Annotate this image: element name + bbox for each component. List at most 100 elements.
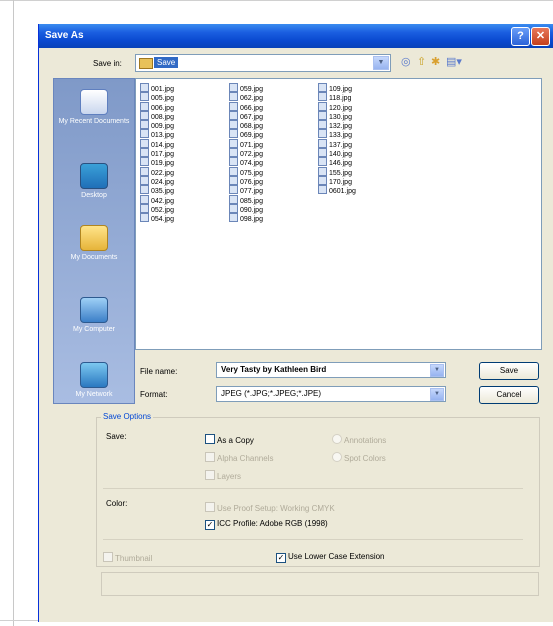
place-label: My Documents [70,254,118,261]
recent-documents-icon [80,89,108,115]
place-my-documents[interactable]: My Documents [54,225,134,262]
use-proof-setup-checkbox[interactable]: Use Proof Setup: Working CMYK [205,502,335,513]
chevron-down-icon[interactable]: ▼ [373,56,389,70]
file-item[interactable]: 066.jpg [229,101,263,112]
place-my-network[interactable]: My Network [54,362,134,399]
spot-colors-checkbox[interactable]: Spot Colors [332,452,386,463]
format-dropdown[interactable]: JPEG (*.JPG;*.JPEG;*.JPE) ▼ [216,386,446,402]
file-item[interactable]: 085.jpg [229,194,263,205]
save-in-dropdown[interactable]: Save ▼ [135,54,391,72]
file-item[interactable]: 068.jpg [229,120,263,130]
help-button[interactable]: ? [511,27,530,46]
my-network-icon [80,362,108,388]
file-item[interactable]: 140.jpg [318,148,356,158]
file-item[interactable]: 146.jpg [318,157,356,167]
file-item[interactable]: 014.jpg [140,138,174,149]
file-item[interactable]: 155.jpg [318,166,356,177]
file-item[interactable]: 090.jpg [229,203,263,214]
file-item[interactable]: 075.jpg [229,166,263,177]
file-item[interactable]: 118.jpg [318,92,356,102]
folder-icon [139,58,153,69]
file-item[interactable]: 001.jpg [140,83,174,93]
file-item[interactable]: 006.jpg [140,101,174,112]
file-item[interactable]: 019.jpg [140,157,174,167]
help-icon: ? [517,30,524,42]
file-item[interactable]: 017.jpg [140,148,174,158]
save-as-dialog: Save As ? ✕ Save in: Save ▼ ◎ ⇧ ✱ ▤▾ My … [38,24,553,622]
lower-case-extension-checkbox[interactable]: ✓ Use Lower Case Extension [276,552,385,563]
icc-profile-checkbox[interactable]: ✓ ICC Profile: Adobe RGB (1998) [205,519,328,530]
checkbox-box [205,502,215,512]
jpeg-file-icon [229,148,238,158]
cancel-button[interactable]: Cancel [479,386,539,404]
save-button[interactable]: Save [479,362,539,380]
save-in-label: Save in: [93,59,122,68]
file-item[interactable]: 054.jpg [140,213,174,223]
new-folder-icon[interactable]: ✱ [431,55,440,68]
place-label: My Network [75,391,113,398]
checkmark-icon: ✓ [205,520,215,530]
file-item[interactable]: 076.jpg [229,175,263,186]
file-item[interactable]: 098.jpg [229,213,263,223]
file-item[interactable]: 067.jpg [229,110,263,121]
file-item[interactable]: 069.jpg [229,129,263,139]
file-item[interactable]: 008.jpg [140,110,174,121]
dialog-title: Save As [45,30,84,41]
jpeg-file-icon [229,203,238,213]
place-my-computer[interactable]: My Computer [54,297,134,334]
file-item[interactable]: 022.jpg [140,166,174,177]
file-item[interactable]: 005.jpg [140,92,174,102]
file-name-input[interactable]: Very Tasty by Kathleen Bird ▼ [216,362,446,378]
jpeg-file-icon [140,83,149,92]
file-item[interactable]: 132.jpg [318,120,356,130]
jpeg-file-icon [140,129,149,139]
file-item[interactable]: 170.jpg [318,175,356,186]
file-item[interactable]: 071.jpg [229,138,263,149]
jpeg-file-icon [140,110,149,120]
alpha-channels-checkbox[interactable]: Alpha Channels [205,452,273,463]
file-item[interactable]: 133.jpg [318,129,356,139]
file-item[interactable]: 109.jpg [318,83,356,93]
file-item[interactable]: 120.jpg [318,101,356,112]
alpha-channels-label: Alpha Channels [217,454,274,463]
file-item[interactable]: 072.jpg [229,148,263,158]
file-item[interactable]: 062.jpg [229,92,263,102]
chevron-down-icon[interactable]: ▼ [430,364,444,377]
file-item[interactable]: 0601.jpg [318,185,356,195]
back-icon[interactable]: ◎ [401,55,411,68]
place-desktop[interactable]: Desktop [54,163,134,200]
file-item[interactable]: 130.jpg [318,110,356,121]
file-item[interactable]: 024.jpg [140,175,174,186]
as-a-copy-checkbox[interactable]: As a Copy [205,434,254,445]
jpeg-file-icon [229,166,238,176]
close-button[interactable]: ✕ [531,27,550,46]
jpeg-file-icon [318,83,327,92]
file-item[interactable]: 137.jpg [318,138,356,149]
annotations-checkbox[interactable]: Annotations [332,434,386,445]
up-folder-icon[interactable]: ⇧ [417,55,426,68]
file-item[interactable]: 009.jpg [140,120,174,130]
thumbnail-label: Thumbnail [115,554,153,563]
jpeg-file-icon [140,185,149,195]
file-list[interactable]: 001.jpg 005.jpg 006.jpg 008.jpg 009.jpg 013.j… [135,78,542,350]
jpeg-file-icon [318,92,327,102]
jpeg-file-icon [229,213,238,223]
file-item[interactable]: 052.jpg [140,203,174,214]
divider [103,539,523,540]
thumbnail-checkbox[interactable]: Thumbnail [103,552,152,563]
layers-checkbox[interactable]: Layers [205,470,241,481]
file-item[interactable]: 042.jpg [140,194,174,205]
title-bar[interactable]: Save As ? ✕ [39,24,553,48]
checkbox-box [103,552,113,562]
jpeg-file-icon [140,213,149,223]
file-item[interactable]: 077.jpg [229,185,263,195]
chevron-down-icon[interactable]: ▼ [430,388,444,401]
place-recent-documents[interactable]: My Recent Documents [54,89,134,126]
file-item[interactable]: 074.jpg [229,157,263,167]
jpeg-file-icon [229,120,238,130]
jpeg-file-icon [229,157,238,167]
file-item[interactable]: 013.jpg [140,129,174,139]
file-item[interactable]: 059.jpg [229,83,263,93]
views-menu-icon[interactable]: ▤▾ [446,55,462,68]
file-item[interactable]: 035.jpg [140,185,174,195]
